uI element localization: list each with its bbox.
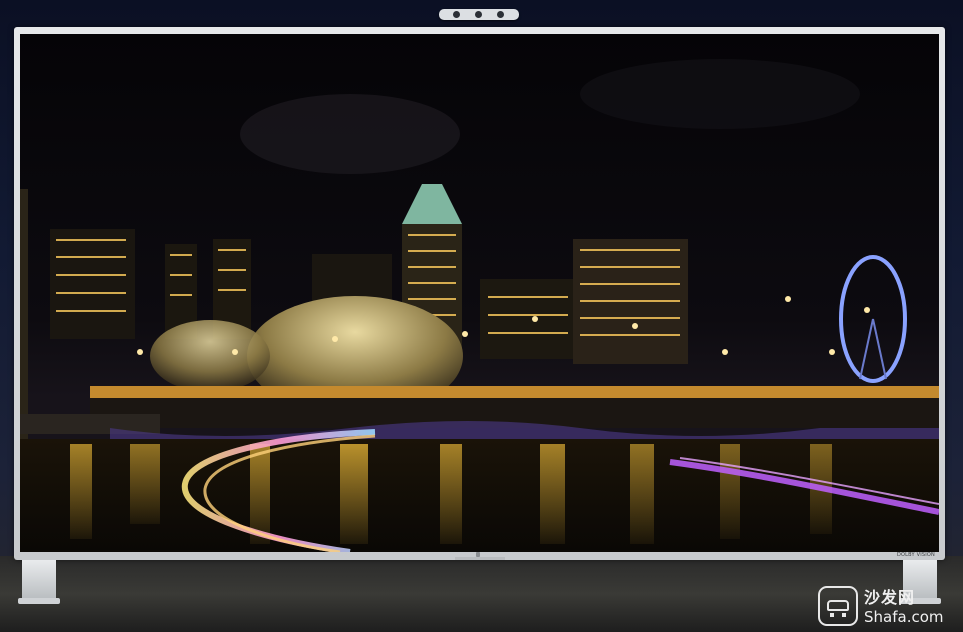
tv-stand-left [18, 560, 60, 604]
tv-screen [20, 34, 939, 552]
tv-bottom-strip [455, 557, 505, 560]
bridge [20, 386, 939, 439]
tv-camera [439, 9, 519, 20]
cloud [580, 59, 860, 129]
camera-lens [453, 11, 460, 18]
sofa-icon [818, 586, 858, 626]
dolby-vision-badge: DOLBY VISION [897, 552, 935, 558]
watermark-url: Shafa.com [864, 608, 944, 626]
cloud [240, 94, 460, 174]
city-night-scene [20, 34, 939, 552]
camera-lens [497, 11, 504, 18]
watermark-title: 沙发网 [864, 588, 916, 607]
camera-lens [475, 11, 482, 18]
site-watermark: 沙发网 Shafa.com [816, 584, 962, 630]
